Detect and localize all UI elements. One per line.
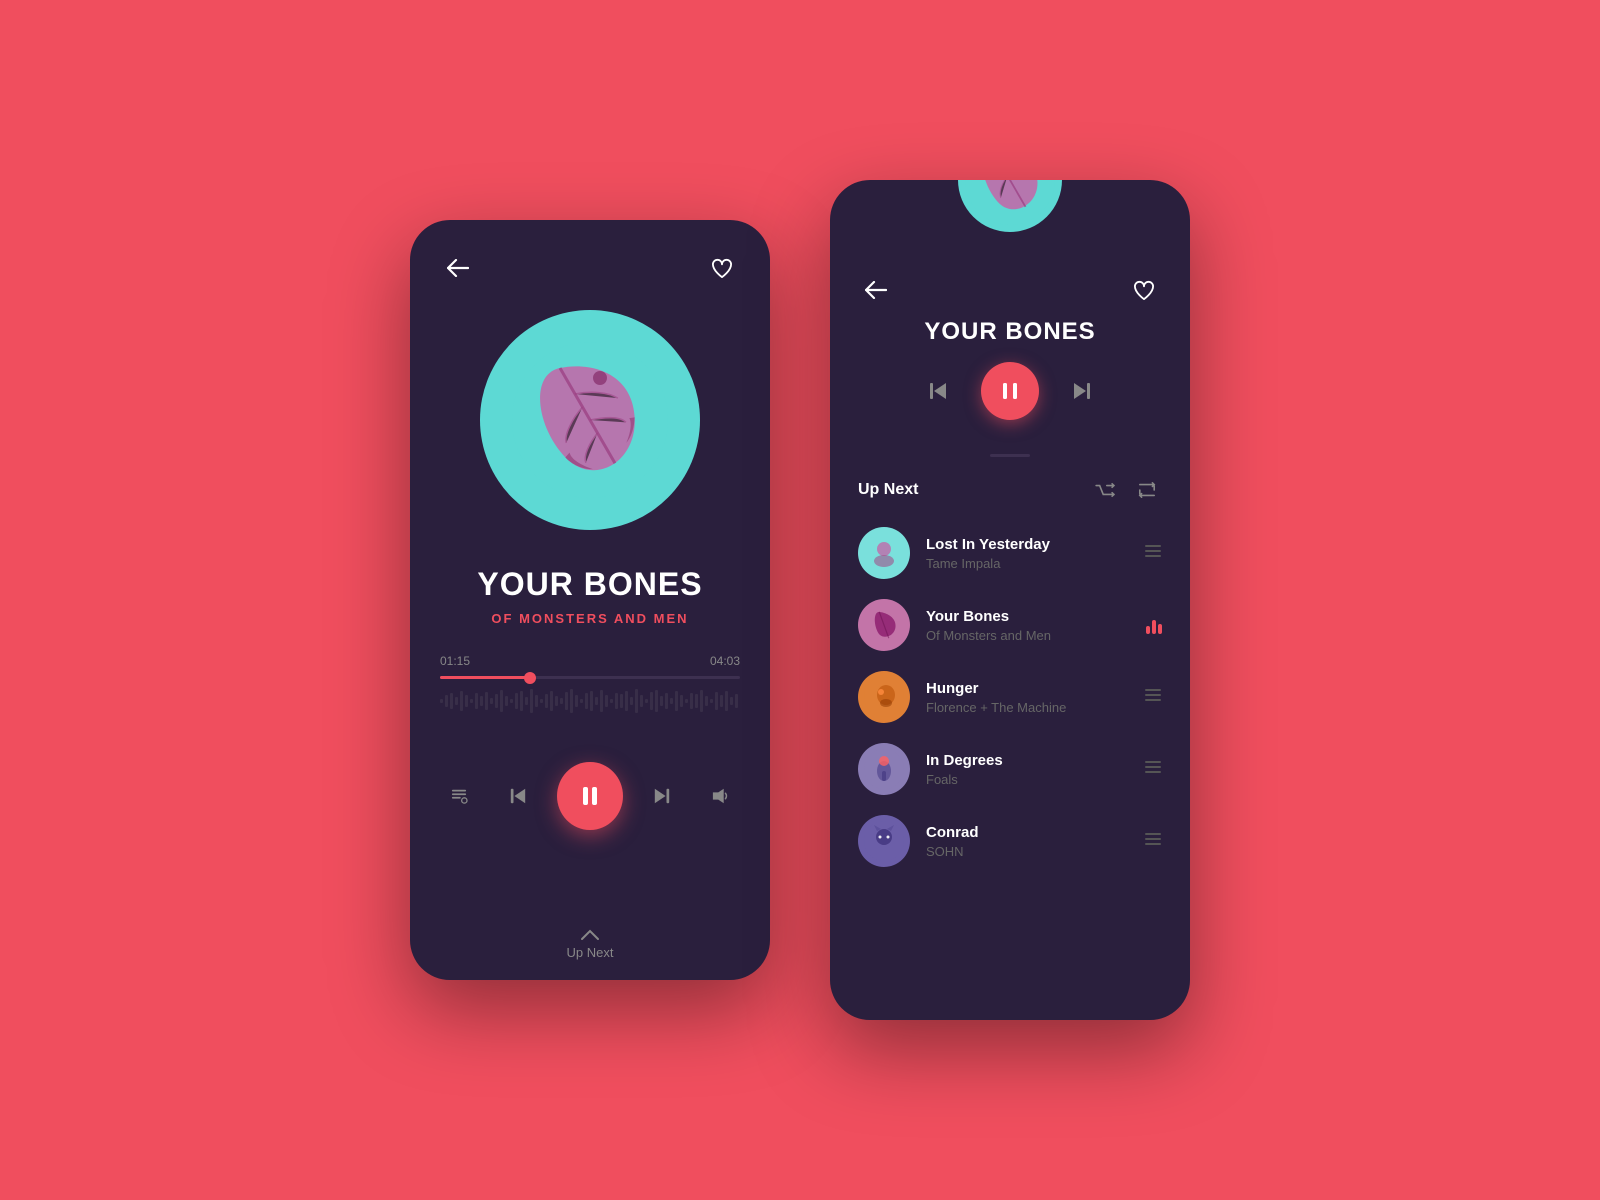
bar1 bbox=[1146, 626, 1150, 634]
progress-fill bbox=[440, 676, 530, 679]
queue-song-title: YOUR BONES bbox=[858, 318, 1162, 346]
track-artist: OF MONSTERS AND MEN bbox=[491, 611, 688, 626]
track-thumbnail bbox=[858, 671, 910, 723]
list-item[interactable]: In Degrees Foals bbox=[830, 733, 1190, 805]
progress-section: 01:15 04:03 bbox=[440, 654, 740, 722]
shuffle-button[interactable] bbox=[1090, 475, 1120, 505]
bar3 bbox=[1158, 624, 1162, 634]
track-info: Hunger Florence + The Machine bbox=[926, 680, 1128, 715]
track-artist-text: Tame Impala bbox=[926, 556, 1128, 571]
album-art bbox=[480, 310, 700, 530]
like-button[interactable] bbox=[704, 250, 740, 286]
track-title-text: In Degrees bbox=[926, 752, 1128, 769]
track-title: YOUR BONES bbox=[477, 566, 702, 603]
queue-list: Lost In Yesterday Tame Impala bbox=[830, 517, 1190, 1000]
queue-like-button[interactable] bbox=[1126, 272, 1162, 308]
queue-back-button[interactable] bbox=[858, 272, 894, 308]
track-thumbnail bbox=[858, 815, 910, 867]
track-title-text: Conrad bbox=[926, 824, 1128, 841]
drag-handle[interactable] bbox=[1144, 544, 1162, 563]
list-item[interactable]: Hunger Florence + The Machine bbox=[830, 661, 1190, 733]
pause-button[interactable] bbox=[557, 762, 623, 830]
time-total: 04:03 bbox=[710, 654, 740, 668]
next-button[interactable] bbox=[643, 776, 682, 816]
track-thumbnail bbox=[858, 527, 910, 579]
track-title-text: Lost In Yesterday bbox=[926, 536, 1128, 553]
track-thumbnail bbox=[858, 599, 910, 651]
up-next-icons bbox=[1090, 475, 1162, 505]
back-button[interactable] bbox=[440, 250, 476, 286]
up-next-label: Up Next bbox=[858, 481, 918, 499]
queue-title-section: YOUR BONES bbox=[830, 308, 1190, 440]
track-artist-text: Foals bbox=[926, 772, 1128, 787]
up-next-header: Up Next bbox=[830, 471, 1190, 517]
queue-controls bbox=[858, 362, 1162, 420]
prev-button[interactable] bbox=[499, 776, 538, 816]
time-current: 01:15 bbox=[440, 654, 470, 668]
divider bbox=[990, 454, 1030, 457]
track-title-text: Hunger bbox=[926, 680, 1128, 697]
queue-screen: YOUR BONES Up bbox=[830, 180, 1190, 1020]
queue-prev-button[interactable] bbox=[919, 372, 957, 410]
volume-button[interactable] bbox=[701, 776, 740, 816]
queue-album-art bbox=[958, 180, 1062, 232]
track-thumbnail bbox=[858, 743, 910, 795]
player-header bbox=[440, 250, 740, 286]
track-artist-text: Of Monsters and Men bbox=[926, 628, 1130, 643]
queue-header bbox=[830, 244, 1190, 308]
now-playing-indicator bbox=[1146, 616, 1162, 634]
player-screen: YOUR BONES OF MONSTERS AND MEN 01:15 04:… bbox=[410, 220, 770, 980]
track-info: Conrad SOHN bbox=[926, 824, 1128, 859]
queue-next-button[interactable] bbox=[1063, 372, 1101, 410]
track-info: Lost In Yesterday Tame Impala bbox=[926, 536, 1128, 571]
track-info: In Degrees Foals bbox=[926, 752, 1128, 787]
repeat-button[interactable] bbox=[1132, 475, 1162, 505]
queue-pause-button[interactable] bbox=[981, 362, 1039, 420]
track-artist-text: SOHN bbox=[926, 844, 1128, 859]
list-item[interactable]: Lost In Yesterday Tame Impala bbox=[830, 517, 1190, 589]
time-row: 01:15 04:03 bbox=[440, 654, 740, 668]
lyrics-button[interactable] bbox=[440, 776, 479, 816]
progress-bar[interactable] bbox=[440, 676, 740, 679]
list-item[interactable]: Your Bones Of Monsters and Men bbox=[830, 589, 1190, 661]
drag-handle[interactable] bbox=[1144, 832, 1162, 851]
controls-row bbox=[440, 762, 740, 830]
progress-thumb[interactable] bbox=[524, 672, 536, 684]
drag-handle[interactable] bbox=[1144, 760, 1162, 779]
track-title-text: Your Bones bbox=[926, 608, 1130, 625]
track-info: Your Bones Of Monsters and Men bbox=[926, 608, 1130, 643]
up-next-text: Up Next bbox=[567, 945, 614, 960]
track-artist-text: Florence + The Machine bbox=[926, 700, 1128, 715]
list-item[interactable]: Conrad SOHN bbox=[830, 805, 1190, 877]
drag-handle[interactable] bbox=[1144, 688, 1162, 707]
bar2 bbox=[1152, 620, 1156, 634]
up-next-toggle[interactable]: Up Next bbox=[567, 929, 614, 960]
